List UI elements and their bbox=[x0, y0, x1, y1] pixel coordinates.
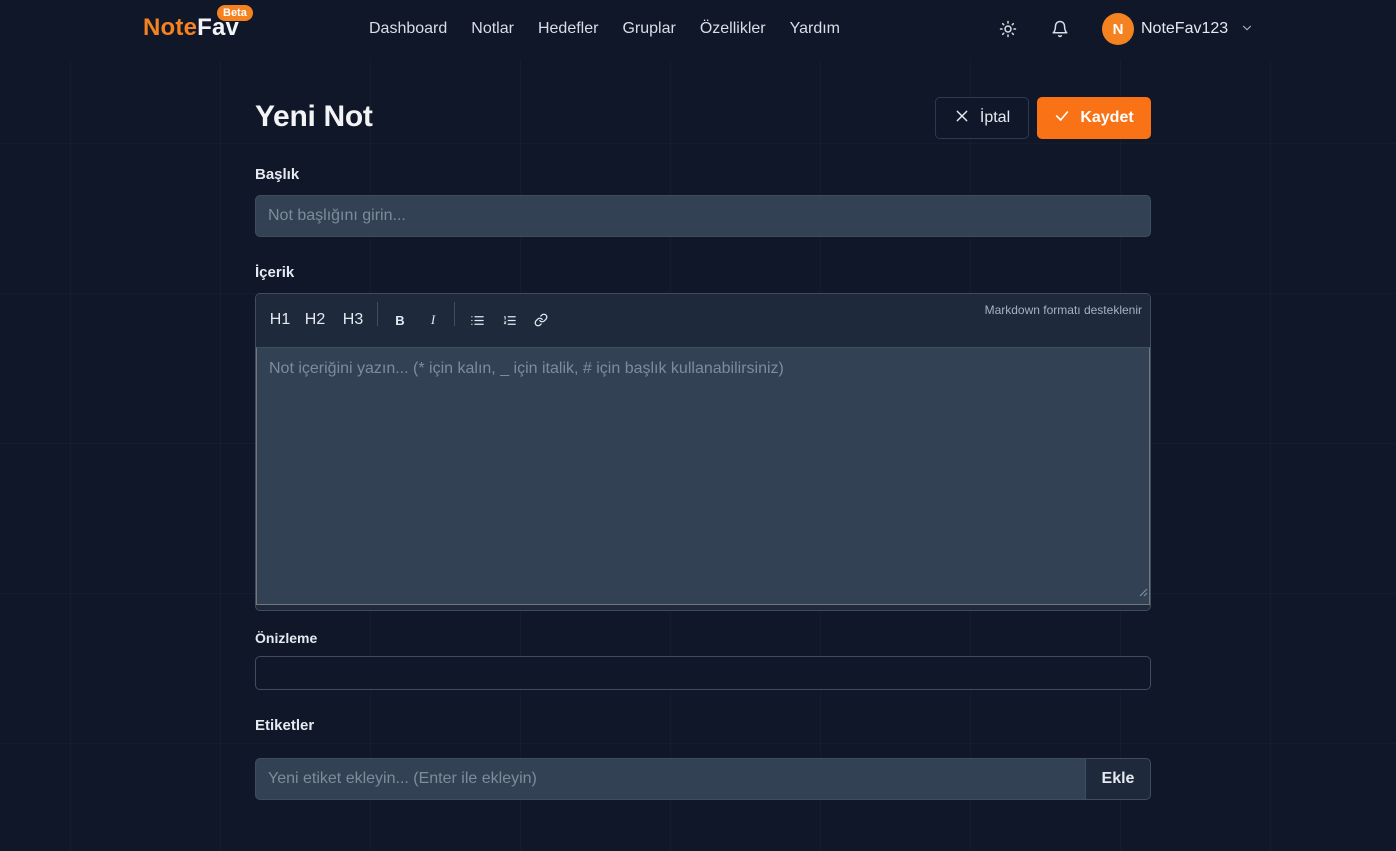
nav-notes[interactable]: Notlar bbox=[471, 19, 514, 39]
avatar[interactable]: N bbox=[1102, 13, 1134, 45]
logo-text-note: Note bbox=[143, 14, 198, 41]
username[interactable]: NoteFav123 bbox=[1141, 19, 1228, 39]
save-button[interactable]: Kaydet bbox=[1037, 97, 1151, 139]
top-navbar: NoteFav Beta Dashboard Notlar Hedefler G… bbox=[0, 0, 1396, 60]
add-tag-button[interactable]: Ekle bbox=[1085, 758, 1151, 800]
content-textarea[interactable] bbox=[256, 347, 1150, 605]
close-icon bbox=[954, 108, 970, 129]
nav-goals[interactable]: Hedefler bbox=[538, 19, 598, 39]
numbered-list-icon[interactable] bbox=[500, 308, 518, 332]
content-label: İçerik bbox=[255, 264, 295, 281]
resize-grip-icon[interactable] bbox=[1138, 584, 1148, 602]
editor-toolbar: H1 H2 H3 B I Markdown formatı destekleni… bbox=[256, 294, 1150, 347]
nav-help[interactable]: Yardım bbox=[790, 19, 840, 39]
toolbar-divider bbox=[454, 302, 455, 326]
bullet-list-icon[interactable] bbox=[468, 308, 486, 332]
tags-label: Etiketler bbox=[255, 717, 315, 734]
markdown-editor: H1 H2 H3 B I Markdown formatı destekleni… bbox=[255, 293, 1151, 611]
save-label: Kaydet bbox=[1080, 109, 1134, 126]
markdown-hint: Markdown formatı desteklenir bbox=[984, 303, 1142, 317]
bell-icon[interactable] bbox=[1049, 18, 1071, 40]
beta-badge: Beta bbox=[217, 5, 253, 21]
preview-box bbox=[255, 656, 1151, 690]
nav-features[interactable]: Özellikler bbox=[700, 19, 766, 39]
title-input[interactable] bbox=[255, 195, 1151, 237]
main-nav: Dashboard Notlar Hedefler Gruplar Özelli… bbox=[369, 19, 864, 39]
cancel-button[interactable]: İptal bbox=[935, 97, 1029, 139]
chevron-down-icon[interactable] bbox=[1240, 21, 1254, 40]
check-icon bbox=[1054, 108, 1070, 129]
heading2-button[interactable]: H2 bbox=[304, 308, 326, 332]
link-icon[interactable] bbox=[532, 308, 550, 332]
bold-button[interactable]: B bbox=[391, 308, 409, 332]
tag-input[interactable] bbox=[255, 758, 1086, 800]
nav-groups[interactable]: Gruplar bbox=[622, 19, 675, 39]
cancel-label: İptal bbox=[979, 109, 1011, 126]
heading1-button[interactable]: H1 bbox=[269, 308, 291, 332]
page-title: Yeni Not bbox=[255, 100, 373, 133]
sun-icon[interactable] bbox=[997, 18, 1019, 40]
toolbar-divider bbox=[377, 302, 378, 326]
preview-label: Önizleme bbox=[255, 630, 318, 646]
heading3-button[interactable]: H3 bbox=[341, 308, 365, 332]
nav-dashboard[interactable]: Dashboard bbox=[369, 19, 447, 39]
italic-button[interactable]: I bbox=[424, 308, 442, 332]
title-label: Başlık bbox=[255, 166, 300, 183]
